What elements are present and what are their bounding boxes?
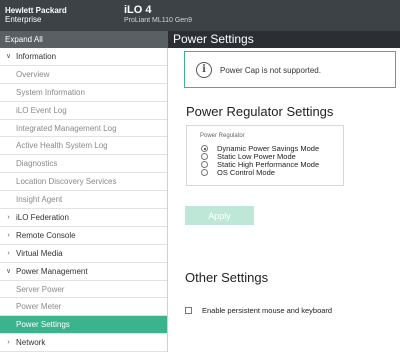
sidebar-item-insight-agent[interactable]: Insight Agent <box>0 191 167 210</box>
expand-all-bar: Expand All <box>0 31 168 48</box>
info-icon: i <box>196 62 212 78</box>
regulator-options-box: Power Regulator Dynamic Power Savings Mo… <box>186 125 344 186</box>
sidebar-item-label: Diagnostics <box>16 159 58 169</box>
sidebar-item-label: Overview <box>16 69 50 79</box>
sidebar-item-label: Active Health System Log <box>16 141 108 151</box>
sidebar-nav: ∨ Information Overview System Information iL… <box>0 48 168 352</box>
regulator-radio[interactable] <box>201 153 208 160</box>
notice-text: Power Cap is not supported. <box>220 66 321 75</box>
sidebar-item-label: Power Settings <box>16 320 70 330</box>
app-header: Hewlett Packard Enterprise iLO 4 ProLian… <box>0 0 400 31</box>
sidebar-item-label: Integrated Management Log <box>16 123 117 133</box>
sidebar-item-ilo-federation[interactable]: › iLO Federation <box>0 209 167 227</box>
sidebar-item-label: Network <box>16 338 46 348</box>
expand-all-link[interactable]: Expand All <box>5 35 43 44</box>
sidebar-item-label: Server Power <box>16 284 65 294</box>
sidebar-item-virtual-media[interactable]: › Virtual Media <box>0 245 167 263</box>
sidebar-item-server-power[interactable]: Server Power <box>0 281 167 299</box>
sidebar-item-label: Remote Console <box>16 230 76 240</box>
chevron-right-icon[interactable]: › <box>4 250 13 257</box>
sidebar-item-location-discovery-services[interactable]: Location Discovery Services <box>0 173 167 192</box>
product-model: ProLiant ML110 Gen9 <box>124 17 192 24</box>
regulator-heading: Power Regulator Settings <box>186 104 334 119</box>
sidebar-item-information[interactable]: ∨ Information <box>0 48 167 66</box>
sidebar-item-remote-console[interactable]: › Remote Console <box>0 227 167 245</box>
sidebar-item-label: Information <box>16 51 57 61</box>
brand-line2: Enterprise <box>5 15 42 24</box>
sidebar-item-power-meter[interactable]: Power Meter <box>0 298 167 317</box>
sidebar-item-ilo-event-log[interactable]: iLO Event Log <box>0 102 167 120</box>
regulator-radio[interactable] <box>201 145 208 152</box>
persistent-mouse-keyboard-option[interactable]: Enable persistent mouse and keyboard <box>185 306 332 315</box>
product-name: iLO 4 <box>124 4 152 16</box>
sidebar-item-label: iLO Event Log <box>16 105 67 115</box>
regulator-radio[interactable] <box>201 169 208 176</box>
info-notice: i Power Cap is not supported. <box>184 51 396 88</box>
hpe-logo[interactable]: Hewlett Packard Enterprise <box>5 6 67 24</box>
main-content: i Power Cap is not supported. Power Regu… <box>168 48 400 352</box>
product-info: iLO 4 ProLiant ML110 Gen9 <box>124 4 192 25</box>
other-settings-heading: Other Settings <box>185 270 269 285</box>
chevron-down-icon[interactable]: ∨ <box>4 267 13 275</box>
sidebar-item-overview[interactable]: Overview <box>0 66 167 84</box>
chevron-right-icon[interactable]: › <box>4 214 13 221</box>
chevron-right-icon[interactable]: › <box>4 339 13 346</box>
sidebar-item-label: Power Meter <box>16 302 62 312</box>
sidebar-item-label: Virtual Media <box>16 248 63 258</box>
brand-line1: Hewlett Packard <box>5 6 67 15</box>
sidebar-item-network[interactable]: › Network <box>0 334 167 352</box>
apply-button[interactable]: Apply <box>185 206 254 225</box>
sidebar-item-power-management[interactable]: ∨ Power Management <box>0 263 167 281</box>
sidebar-item-active-health-system-log[interactable]: Active Health System Log <box>0 137 167 156</box>
chevron-down-icon[interactable]: ∨ <box>4 52 13 60</box>
regulator-legend: Power Regulator <box>200 133 245 139</box>
sidebar-item-label: Location Discovery Services <box>16 177 117 187</box>
sidebar-item-label: iLO Federation <box>16 212 69 222</box>
regulator-option-label: OS Control Mode <box>217 168 275 177</box>
persistent-mouse-keyboard-checkbox[interactable] <box>185 307 192 314</box>
sidebar-item-diagnostics[interactable]: Diagnostics <box>0 155 167 174</box>
sidebar-item-label: Power Management <box>16 266 88 276</box>
sidebar-item-integrated-management-log[interactable]: Integrated Management Log <box>0 120 167 138</box>
page-title: Power Settings <box>173 32 254 46</box>
persistent-mouse-keyboard-label: Enable persistent mouse and keyboard <box>202 306 333 315</box>
sidebar-item-system-information[interactable]: System Information <box>0 84 167 102</box>
page-title-bar: Power Settings <box>168 31 400 48</box>
sidebar-item-label: System Information <box>16 87 85 97</box>
regulator-radio[interactable] <box>201 161 208 168</box>
sidebar-item-power-settings[interactable]: Power Settings <box>0 316 167 335</box>
chevron-right-icon[interactable]: › <box>4 232 13 239</box>
regulator-option[interactable]: OS Control Mode <box>201 168 275 177</box>
sidebar-item-label: Insight Agent <box>16 195 63 205</box>
